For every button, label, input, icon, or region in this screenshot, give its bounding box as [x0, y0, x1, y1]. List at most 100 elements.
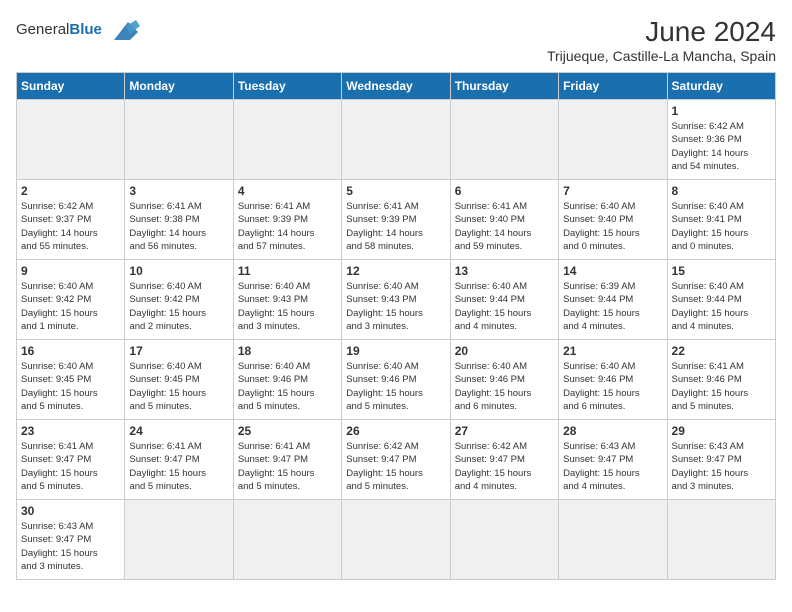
calendar-cell: 15 Sunrise: 6:40 AM Sunset: 9:44 PM Dayli…	[667, 260, 775, 340]
calendar-cell: 26 Sunrise: 6:42 AM Sunset: 9:47 PM Dayli…	[342, 420, 450, 500]
day-info: Sunrise: 6:39 AM Sunset: 9:44 PM Dayligh…	[563, 280, 662, 333]
calendar-cell: 29 Sunrise: 6:43 AM Sunset: 9:47 PM Dayli…	[667, 420, 775, 500]
day-number: 18	[238, 344, 337, 358]
calendar-cell: 3 Sunrise: 6:41 AM Sunset: 9:38 PM Daylig…	[125, 180, 233, 260]
calendar-cell: 7Sunrise: 6:40 AM Sunset: 9:40 PM Daylig…	[559, 180, 667, 260]
weekday-header-sunday: Sunday	[17, 73, 125, 100]
day-number: 8	[672, 184, 771, 198]
calendar-cell: 30Sunrise: 6:43 AM Sunset: 9:47 PM Dayli…	[17, 500, 125, 580]
day-info: Sunrise: 6:40 AM Sunset: 9:42 PM Dayligh…	[129, 280, 228, 333]
day-number: 28	[563, 424, 662, 438]
day-info: Sunrise: 6:40 AM Sunset: 9:42 PM Dayligh…	[21, 280, 120, 333]
calendar-cell	[667, 500, 775, 580]
calendar-cell: 5 Sunrise: 6:41 AM Sunset: 9:39 PM Daylig…	[342, 180, 450, 260]
calendar-cell: 2 Sunrise: 6:42 AM Sunset: 9:37 PM Daylig…	[17, 180, 125, 260]
weekday-header-wednesday: Wednesday	[342, 73, 450, 100]
calendar-cell: 8Sunrise: 6:40 AM Sunset: 9:41 PM Daylig…	[667, 180, 775, 260]
day-info: Sunrise: 6:40 AM Sunset: 9:46 PM Dayligh…	[238, 360, 337, 413]
weekday-header-monday: Monday	[125, 73, 233, 100]
day-info: Sunrise: 6:41 AM Sunset: 9:39 PM Dayligh…	[346, 200, 445, 253]
day-number: 10	[129, 264, 228, 278]
day-info: Sunrise: 6:42 AM Sunset: 9:47 PM Dayligh…	[455, 440, 554, 493]
day-info: Sunrise: 6:40 AM Sunset: 9:43 PM Dayligh…	[238, 280, 337, 333]
weekday-header-thursday: Thursday	[450, 73, 558, 100]
day-number: 7	[563, 184, 662, 198]
day-info: Sunrise: 6:40 AM Sunset: 9:43 PM Dayligh…	[346, 280, 445, 333]
day-number: 13	[455, 264, 554, 278]
calendar-cell	[17, 100, 125, 180]
day-number: 14	[563, 264, 662, 278]
calendar-cell: 1 Sunrise: 6:42 AM Sunset: 9:36 PM Daylig…	[667, 100, 775, 180]
calendar-cell: 17Sunrise: 6:40 AM Sunset: 9:45 PM Dayli…	[125, 340, 233, 420]
calendar-cell: 13 Sunrise: 6:40 AM Sunset: 9:44 PM Dayli…	[450, 260, 558, 340]
calendar-cell: 11 Sunrise: 6:40 AM Sunset: 9:43 PM Dayli…	[233, 260, 341, 340]
calendar-cell	[125, 500, 233, 580]
day-info: Sunrise: 6:41 AM Sunset: 9:46 PM Dayligh…	[672, 360, 771, 413]
calendar-cell: 14 Sunrise: 6:39 AM Sunset: 9:44 PM Dayli…	[559, 260, 667, 340]
weekday-header-saturday: Saturday	[667, 73, 775, 100]
calendar-cell: 9Sunrise: 6:40 AM Sunset: 9:42 PM Daylig…	[17, 260, 125, 340]
day-info: Sunrise: 6:43 AM Sunset: 9:47 PM Dayligh…	[672, 440, 771, 493]
day-number: 24	[129, 424, 228, 438]
logo: GeneralBlue	[16, 16, 142, 44]
day-info: Sunrise: 6:40 AM Sunset: 9:44 PM Dayligh…	[672, 280, 771, 333]
day-number: 17	[129, 344, 228, 358]
day-info: Sunrise: 6:43 AM Sunset: 9:47 PM Dayligh…	[563, 440, 662, 493]
day-info: Sunrise: 6:41 AM Sunset: 9:40 PM Dayligh…	[455, 200, 554, 253]
calendar-cell: 23 Sunrise: 6:41 AM Sunset: 9:47 PM Dayli…	[17, 420, 125, 500]
calendar-cell: 25Sunrise: 6:41 AM Sunset: 9:47 PM Dayli…	[233, 420, 341, 500]
calendar-cell: 20 Sunrise: 6:40 AM Sunset: 9:46 PM Dayli…	[450, 340, 558, 420]
day-number: 5	[346, 184, 445, 198]
day-number: 27	[455, 424, 554, 438]
title-area: June 2024 Trijueque, Castille-La Mancha,…	[547, 16, 776, 64]
calendar-cell: 19 Sunrise: 6:40 AM Sunset: 9:46 PM Dayli…	[342, 340, 450, 420]
calendar-cell	[450, 500, 558, 580]
day-info: Sunrise: 6:40 AM Sunset: 9:46 PM Dayligh…	[346, 360, 445, 413]
day-number: 4	[238, 184, 337, 198]
day-info: Sunrise: 6:42 AM Sunset: 9:36 PM Dayligh…	[672, 120, 771, 173]
day-number: 20	[455, 344, 554, 358]
month-title: June 2024	[547, 16, 776, 48]
day-info: Sunrise: 6:41 AM Sunset: 9:47 PM Dayligh…	[21, 440, 120, 493]
calendar-cell	[559, 100, 667, 180]
day-info: Sunrise: 6:40 AM Sunset: 9:46 PM Dayligh…	[455, 360, 554, 413]
calendar-cell: 10 Sunrise: 6:40 AM Sunset: 9:42 PM Dayli…	[125, 260, 233, 340]
calendar-cell	[450, 100, 558, 180]
day-number: 30	[21, 504, 120, 518]
day-info: Sunrise: 6:41 AM Sunset: 9:47 PM Dayligh…	[129, 440, 228, 493]
day-number: 26	[346, 424, 445, 438]
day-info: Sunrise: 6:42 AM Sunset: 9:37 PM Dayligh…	[21, 200, 120, 253]
day-info: Sunrise: 6:42 AM Sunset: 9:47 PM Dayligh…	[346, 440, 445, 493]
calendar-cell: 6 Sunrise: 6:41 AM Sunset: 9:40 PM Daylig…	[450, 180, 558, 260]
day-number: 3	[129, 184, 228, 198]
calendar-cell	[342, 500, 450, 580]
weekday-header-tuesday: Tuesday	[233, 73, 341, 100]
calendar-cell: 24 Sunrise: 6:41 AM Sunset: 9:47 PM Dayli…	[125, 420, 233, 500]
day-number: 11	[238, 264, 337, 278]
day-info: Sunrise: 6:41 AM Sunset: 9:38 PM Dayligh…	[129, 200, 228, 253]
day-number: 6	[455, 184, 554, 198]
day-number: 29	[672, 424, 771, 438]
day-info: Sunrise: 6:41 AM Sunset: 9:39 PM Dayligh…	[238, 200, 337, 253]
day-info: Sunrise: 6:40 AM Sunset: 9:44 PM Dayligh…	[455, 280, 554, 333]
day-number: 1	[672, 104, 771, 118]
calendar-cell: 12 Sunrise: 6:40 AM Sunset: 9:43 PM Dayli…	[342, 260, 450, 340]
day-number: 21	[563, 344, 662, 358]
location: Trijueque, Castille-La Mancha, Spain	[547, 48, 776, 64]
calendar-cell	[233, 500, 341, 580]
calendar-table: SundayMondayTuesdayWednesdayThursdayFrid…	[16, 72, 776, 580]
calendar-cell: 22 Sunrise: 6:41 AM Sunset: 9:46 PM Dayli…	[667, 340, 775, 420]
calendar-cell	[559, 500, 667, 580]
day-number: 22	[672, 344, 771, 358]
day-number: 12	[346, 264, 445, 278]
day-number: 16	[21, 344, 120, 358]
day-number: 15	[672, 264, 771, 278]
day-number: 2	[21, 184, 120, 198]
calendar-cell: 18 Sunrise: 6:40 AM Sunset: 9:46 PM Dayli…	[233, 340, 341, 420]
weekday-header-friday: Friday	[559, 73, 667, 100]
day-info: Sunrise: 6:40 AM Sunset: 9:46 PM Dayligh…	[563, 360, 662, 413]
day-number: 23	[21, 424, 120, 438]
day-number: 19	[346, 344, 445, 358]
calendar-cell: 21 Sunrise: 6:40 AM Sunset: 9:46 PM Dayli…	[559, 340, 667, 420]
calendar-cell: 4 Sunrise: 6:41 AM Sunset: 9:39 PM Daylig…	[233, 180, 341, 260]
